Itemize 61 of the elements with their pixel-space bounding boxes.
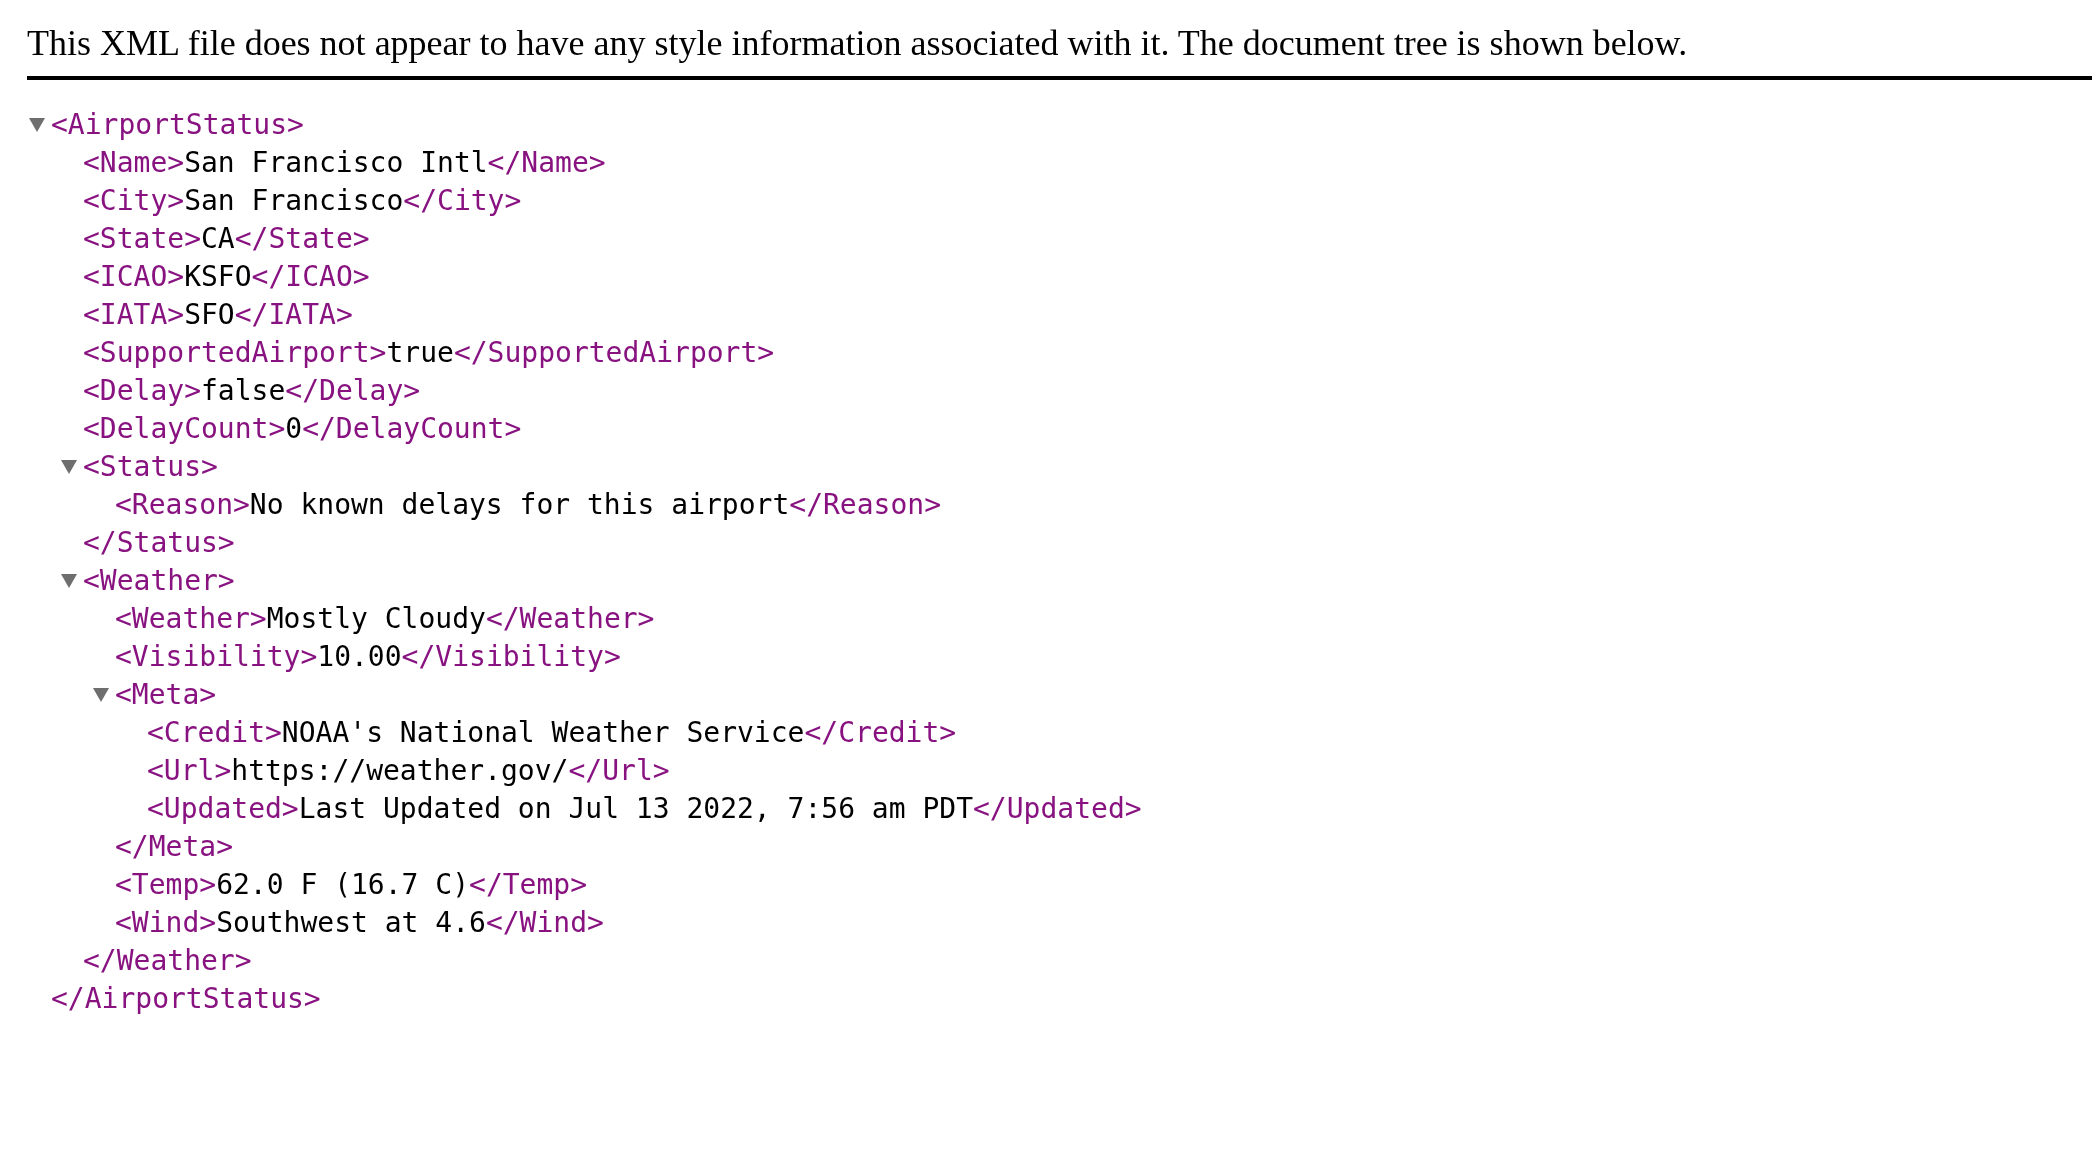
xml-tag: <AirportStatus> (51, 106, 304, 144)
xml-tag: <Url> (147, 752, 232, 790)
xml-text: No known delays for this airport (249, 487, 790, 523)
xml-text: SFO (184, 297, 235, 333)
xml-tag: </Name> (487, 144, 606, 182)
xml-tag: </Wind> (485, 904, 604, 942)
xml-tag: </Updated> (973, 790, 1142, 828)
xml-text: NOAA's National Weather Service (281, 715, 805, 751)
xml-tag: <Weather> (83, 562, 235, 600)
xml-tag: <Meta> (115, 676, 217, 714)
xml-tag: <Weather> (115, 600, 267, 638)
collapse-triangle-icon[interactable] (29, 118, 45, 132)
xml-tag: </State> (234, 220, 370, 258)
collapse-triangle-icon[interactable] (93, 688, 109, 702)
xml-text: true (386, 335, 454, 371)
xml-text: 62.0 F (16.7 C) (216, 867, 470, 903)
xml-tag: </Weather> (485, 600, 655, 638)
xml-tag: </Credit> (804, 714, 957, 752)
xml-tag: </Weather> (83, 942, 252, 980)
xml-text: San Francisco (184, 183, 404, 219)
xml-tag: <Wind> (115, 904, 217, 942)
xml-tag: <Name> (83, 144, 185, 182)
xml-tag: <IATA> (83, 296, 185, 334)
xml-tag: <SupportedAirport> (83, 334, 387, 372)
xml-text: CA (201, 221, 235, 257)
xml-text: 10.00 (317, 639, 402, 675)
xml-tag: <Status> (83, 448, 218, 486)
xml-tag: <Reason> (115, 486, 250, 524)
xml-tag: <ICAO> (83, 258, 185, 296)
xml-tag: <Temp> (115, 866, 217, 904)
xml-text: Southwest at 4.6 (216, 905, 486, 941)
xml-tag: </IATA> (234, 296, 353, 334)
xml-tag: </Visibility> (401, 638, 621, 676)
xml-tag: </Temp> (469, 866, 588, 904)
xml-tag: </Delay> (285, 372, 421, 410)
xml-tag: <State> (83, 220, 201, 258)
xml-tag: </AirportStatus> (51, 980, 321, 1018)
xml-text: Last Updated on Jul 13 2022, 7:56 am PDT (298, 791, 973, 827)
collapse-triangle-icon[interactable] (61, 460, 77, 474)
xml-tag: <Updated> (147, 790, 299, 828)
xml-tag: </Meta> (115, 828, 233, 866)
xml-tag: <Delay> (83, 372, 201, 410)
xml-text: false (201, 373, 286, 409)
xml-text: KSFO (184, 259, 252, 295)
xml-tag: <Visibility> (115, 638, 318, 676)
xml-tag: </SupportedAirport> (453, 334, 775, 372)
info-message: This XML file does not appear to have any style information associated with it. The document tree is shown below. (27, 23, 1688, 63)
xml-tag: </Reason> (789, 486, 941, 524)
xml-tag: <Credit> (147, 714, 282, 752)
xml-text: Mostly Cloudy (266, 601, 486, 637)
xml-text: San Francisco Intl (184, 145, 488, 181)
xml-tag: </ICAO> (251, 258, 370, 296)
xml-tag: <DelayCount> (83, 410, 286, 448)
xml-text: 0 (285, 411, 303, 447)
xml-tag: <City> (83, 182, 185, 220)
collapse-triangle-icon[interactable] (61, 574, 77, 588)
xml-tag: </Status> (83, 524, 235, 562)
xml-text: https://weather.gov/ (231, 753, 569, 789)
xml-tag: </Url> (568, 752, 670, 790)
xml-tag: </DelayCount> (302, 410, 522, 448)
xml-tag: </City> (403, 182, 522, 220)
